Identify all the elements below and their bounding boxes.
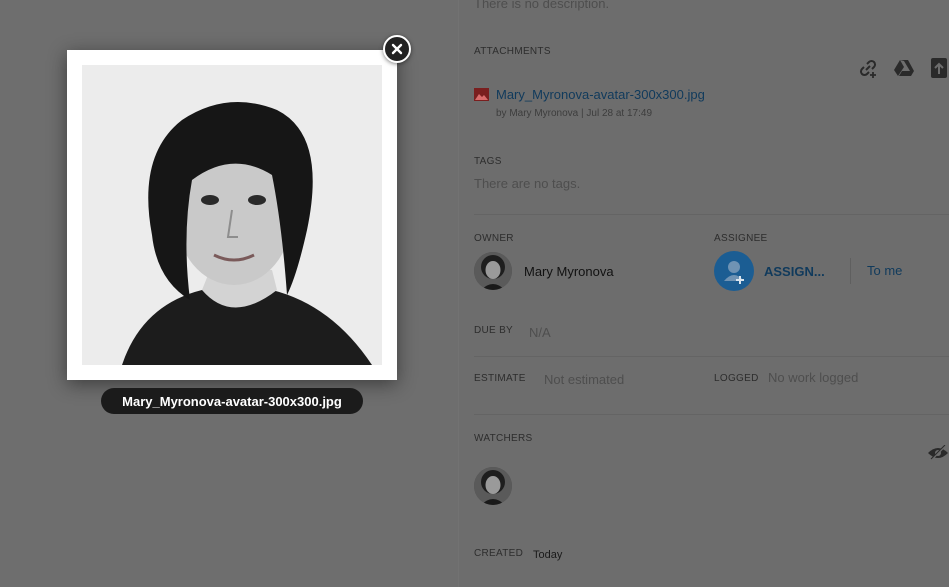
estimate-value[interactable]: Not estimated: [544, 372, 624, 387]
unwatch-eye-icon[interactable]: [927, 442, 949, 464]
attachment-meta: by Mary Myronova | Jul 28 at 17:49: [496, 108, 653, 119]
tags-empty-text: There are no tags.: [474, 176, 581, 191]
created-label: CREATED: [474, 548, 524, 559]
tags-label: TAGS: [474, 156, 502, 167]
assign-button[interactable]: ASSIGN...: [764, 264, 825, 279]
lightbox-caption: Mary_Myronova-avatar-300x300.jpg: [101, 388, 363, 414]
watchers-label: WATCHERS: [474, 433, 533, 444]
attachments-label: ATTACHMENTS: [474, 46, 551, 57]
google-drive-icon[interactable]: [893, 57, 915, 79]
estimate-label: ESTIMATE: [474, 373, 526, 384]
divider: [474, 214, 949, 215]
owner-avatar: [474, 252, 512, 290]
due-by-label: DUE BY: [474, 325, 514, 336]
divider: [850, 258, 851, 284]
assign-user-icon[interactable]: [714, 251, 754, 291]
logged-value[interactable]: No work logged: [768, 370, 858, 385]
divider: [474, 414, 949, 415]
created-value: Today: [533, 549, 563, 561]
upload-icon[interactable]: [928, 57, 949, 79]
description-empty-text: There is no description.: [474, 0, 610, 11]
image-lightbox: [67, 50, 397, 380]
image-file-icon: [474, 88, 489, 101]
attachment-preview-image: [82, 65, 382, 365]
logged-label: LOGGED: [714, 373, 759, 384]
divider: [474, 356, 949, 357]
assign-to-me-button[interactable]: To me: [867, 263, 902, 278]
add-link-icon[interactable]: [857, 57, 879, 79]
owner-label: OWNER: [474, 233, 514, 244]
assignee-label: ASSIGNEE: [714, 233, 768, 244]
attachment-link[interactable]: Mary_Myronova-avatar-300x300.jpg: [496, 87, 705, 102]
task-details-panel: There is no description. ATTACHMENTS Mar…: [458, 0, 949, 587]
close-icon: [391, 43, 403, 55]
watcher-avatar[interactable]: [474, 467, 512, 505]
close-lightbox-button[interactable]: [383, 35, 411, 63]
owner-name: Mary Myronova: [524, 264, 614, 279]
due-by-value[interactable]: N/A: [529, 325, 551, 340]
